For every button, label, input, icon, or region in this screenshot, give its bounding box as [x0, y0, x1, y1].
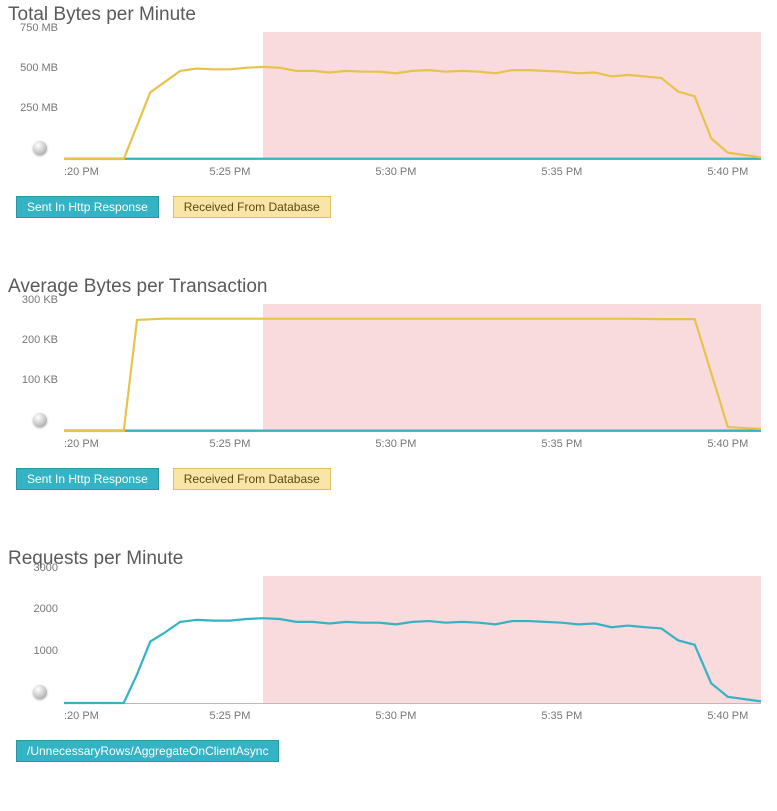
legend: /UnnecessaryRows/AggregateOnClientAsync — [16, 740, 769, 762]
series-line-yellow — [64, 319, 761, 431]
chart-avg-bytes: Average Bytes per Transaction 100 KB 200 K… — [0, 272, 777, 490]
x-tick-label: 5:40 PM — [707, 438, 748, 450]
x-tick-label: :20 PM — [64, 710, 99, 722]
loading-indicator-icon — [33, 685, 47, 699]
x-tick-label: 5:25 PM — [209, 166, 250, 178]
x-tick-label: 5:30 PM — [375, 438, 416, 450]
x-tick-label: 5:30 PM — [375, 710, 416, 722]
y-tick-label: 3000 — [34, 562, 58, 574]
legend-item[interactable]: Sent In Http Response — [16, 468, 159, 490]
chart-title: Requests per Minute — [8, 548, 769, 570]
legend-item[interactable]: /UnnecessaryRows/AggregateOnClientAsync — [16, 740, 279, 762]
chart-requests: Requests per Minute 1000 2000 3000 :20 PM 5:2… — [0, 544, 777, 762]
series-line-yellow — [64, 67, 761, 159]
x-tick-label: 5:35 PM — [541, 710, 582, 722]
y-tick-label: 250 MB — [20, 102, 58, 114]
x-tick-label: 5:30 PM — [375, 166, 416, 178]
loading-indicator-icon — [33, 141, 47, 155]
legend-item[interactable]: Sent In Http Response — [16, 196, 159, 218]
x-tick-label: 5:35 PM — [541, 166, 582, 178]
y-tick-label: 200 KB — [22, 334, 58, 346]
plot-area: 100 KB200 KB300 KB:20 PM5:25 PM5:30 PM5:… — [8, 304, 769, 454]
chart-title: Total Bytes per Minute — [8, 4, 769, 26]
x-tick-label: 5:25 PM — [209, 438, 250, 450]
x-tick-label: :20 PM — [64, 166, 99, 178]
x-tick-label: 5:40 PM — [707, 166, 748, 178]
legend: Sent In Http Response Received From Datab… — [16, 196, 769, 218]
legend-item[interactable]: Received From Database — [173, 196, 331, 218]
chart-total-bytes: Total Bytes per Minute 250 MB 500 MB 750 MB… — [0, 0, 777, 218]
y-tick-label: 750 MB — [20, 22, 58, 34]
plot-area: 250 MB500 MB750 MB:20 PM5:25 PM5:30 PM5:… — [8, 32, 769, 182]
chart-title: Average Bytes per Transaction — [8, 276, 769, 298]
y-tick-label: 1000 — [34, 645, 58, 657]
y-tick-label: 300 KB — [22, 294, 58, 306]
legend-item[interactable]: Received From Database — [173, 468, 331, 490]
loading-indicator-icon — [33, 413, 47, 427]
legend: Sent In Http Response Received From Datab… — [16, 468, 769, 490]
y-tick-label: 500 MB — [20, 62, 58, 74]
series-line-teal — [64, 618, 761, 703]
x-tick-label: 5:25 PM — [209, 710, 250, 722]
y-tick-label: 100 KB — [22, 374, 58, 386]
plot-area: 100020003000:20 PM5:25 PM5:30 PM5:35 PM5… — [8, 576, 769, 726]
x-tick-label: 5:40 PM — [707, 710, 748, 722]
x-tick-label: 5:35 PM — [541, 438, 582, 450]
y-tick-label: 2000 — [34, 603, 58, 615]
x-tick-label: :20 PM — [64, 438, 99, 450]
